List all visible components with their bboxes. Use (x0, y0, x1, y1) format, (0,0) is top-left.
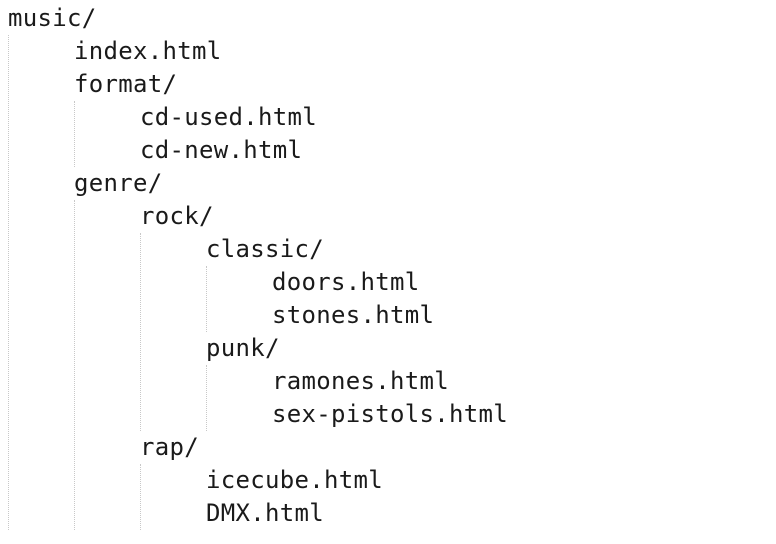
tree-file: ramones.html (272, 367, 449, 395)
tree-file: stones.html (272, 301, 435, 329)
indent-guide (74, 101, 75, 167)
indent-guide (140, 233, 141, 431)
tree-folder: rap/ (140, 433, 199, 461)
tree-folder: music/ (8, 4, 97, 32)
tree-folder: format/ (74, 70, 178, 98)
tree-folder: punk/ (206, 334, 280, 362)
tree-file: cd-new.html (140, 136, 303, 164)
indent-guide (140, 464, 141, 530)
indent-guide (74, 200, 75, 530)
indent-guide (206, 266, 207, 332)
tree-file: icecube.html (206, 466, 383, 494)
tree-file: doors.html (272, 268, 420, 296)
file-tree: music/index.html format/cd-used.html cd-ne… (0, 0, 776, 544)
indent-guide (8, 35, 9, 530)
tree-file: index.html (74, 37, 222, 65)
tree-folder: rock/ (140, 202, 214, 230)
tree-file: DMX.html (206, 499, 324, 527)
tree-folder: genre/ (74, 169, 163, 197)
tree-folder: classic/ (206, 235, 324, 263)
tree-file: cd-used.html (140, 103, 317, 131)
tree-file: sex-pistols.html (272, 400, 508, 428)
indent-guide (206, 365, 207, 431)
